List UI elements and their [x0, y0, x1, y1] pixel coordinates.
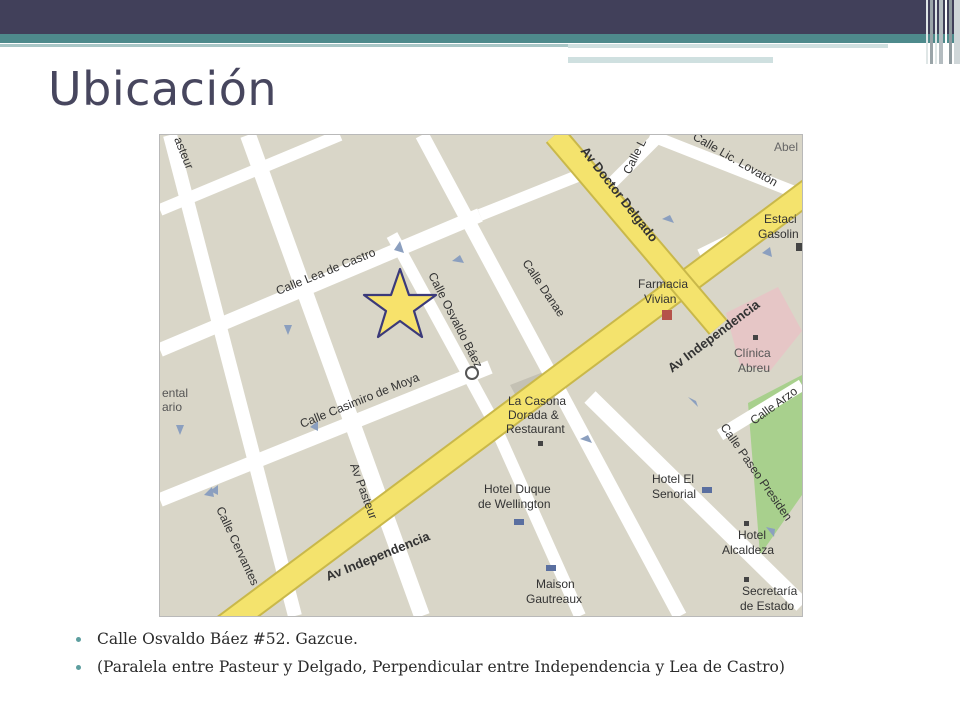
location-map: Calle Lea de Castro Calle Osvaldo Báez C…: [159, 134, 803, 617]
address-list: Calle Osvaldo Báez #52. Gazcue. (Paralel…: [76, 630, 785, 686]
label-ental-2: ario: [162, 400, 182, 414]
label-hotel-senorial-2: Senorial: [652, 487, 696, 501]
label-secretaria-1: Secretaría: [742, 584, 798, 598]
hotel-icon: [514, 519, 524, 525]
label-hotel-senorial-1: Hotel El: [652, 472, 694, 486]
label-farmacia-1: Farmacia: [638, 277, 688, 291]
pharmacy-icon: [662, 310, 672, 320]
label-estacion-2: Gasolin: [758, 227, 799, 241]
bullet-text: (Paralela entre Pasteur y Delgado, Perpe…: [97, 658, 785, 676]
label-abel: Abel: [774, 140, 798, 154]
header-thin-line: [0, 44, 568, 47]
header-band: [0, 0, 960, 34]
list-item: (Paralela entre Pasteur y Delgado, Perpe…: [76, 658, 785, 676]
gas-station-icon: [796, 243, 802, 251]
label-hotel-duque-1: Hotel Duque: [484, 482, 551, 496]
bullet-text: Calle Osvaldo Báez #52. Gazcue.: [97, 630, 358, 648]
restaurant-icon: [538, 441, 543, 446]
label-clinica-1: Clínica: [734, 346, 771, 360]
header-accent-band: [0, 34, 960, 43]
label-hotel-alcaldeza-2: Alcaldeza: [722, 543, 774, 557]
slide-title: Ubicación: [48, 62, 277, 116]
label-hotel-alcaldeza-1: Hotel: [738, 528, 766, 542]
list-item: Calle Osvaldo Báez #52. Gazcue.: [76, 630, 785, 648]
label-ental-1: ental: [162, 386, 188, 400]
corner-stripes: [926, 0, 960, 64]
secretaria-icon: [744, 577, 749, 582]
label-maison-2: Gautreaux: [526, 592, 582, 606]
clinic-icon: [753, 335, 758, 340]
label-casona-2: Dorada &: [508, 408, 559, 422]
label-clinica-2: Abreu: [738, 361, 770, 375]
hotel-icon: [702, 487, 712, 493]
label-farmacia-2: Vivian: [644, 292, 676, 306]
label-casona-3: Restaurant: [506, 422, 565, 436]
bullet-icon: [76, 637, 81, 642]
header-decoration: [568, 44, 888, 64]
label-secretaria-2: de Estado: [740, 599, 794, 613]
hotel-alcaldeza-icon: [744, 521, 749, 526]
label-hotel-duque-2: de Wellington: [478, 497, 551, 511]
bullet-icon: [76, 665, 81, 670]
label-maison-1: Maison: [536, 577, 575, 591]
label-estacion-1: Estaci: [764, 212, 797, 226]
hotel-icon: [546, 565, 556, 571]
label-casona-1: La Casona: [508, 394, 566, 408]
